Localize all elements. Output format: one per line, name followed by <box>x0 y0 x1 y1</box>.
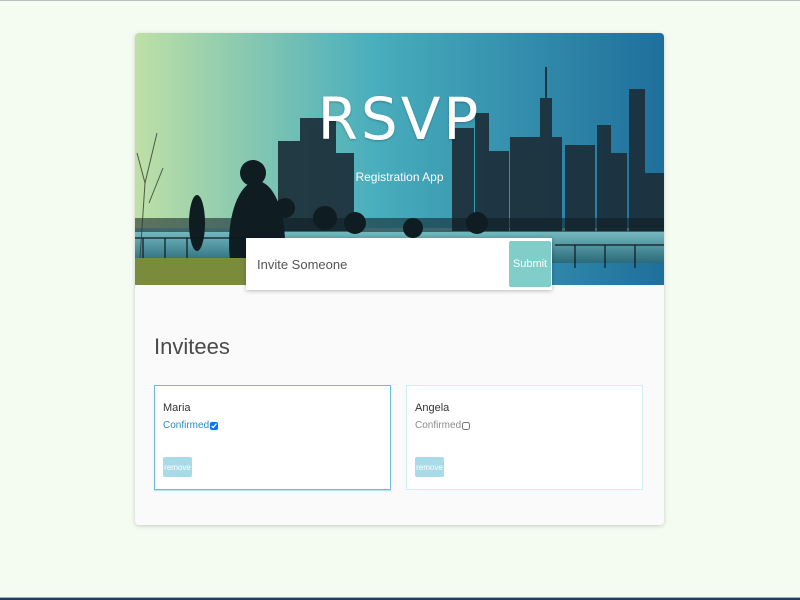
invitee-card-angela[interactable]: Angela Confirmed remove <box>406 385 643 490</box>
confirmed-checkbox[interactable] <box>210 421 219 430</box>
confirmed-label: Confirmed <box>415 420 462 431</box>
remove-button[interactable]: remove <box>163 457 192 477</box>
invite-form: Submit <box>246 238 552 290</box>
confirmed-label: Confirmed <box>163 420 210 431</box>
confirm-checkbox-label[interactable]: Confirmed <box>415 420 471 431</box>
submit-button[interactable]: Submit <box>509 241 551 287</box>
app-subtitle: Registration App <box>355 170 444 184</box>
section-title-invitees: Invitees <box>154 334 230 359</box>
confirm-checkbox-label[interactable]: Confirmed <box>163 420 219 431</box>
window-top-border <box>0 0 800 1</box>
invite-input[interactable] <box>246 238 498 290</box>
confirmed-checkbox[interactable] <box>462 421 471 430</box>
invitee-name: Angela <box>415 402 450 414</box>
invitee-name: Maria <box>163 402 191 414</box>
app-title: RSVP <box>317 85 482 153</box>
app-card: RSVP Registration App Submit Invitees Ma… <box>135 33 664 525</box>
remove-button[interactable]: remove <box>415 457 444 477</box>
invitee-card-maria[interactable]: Maria Confirmed remove <box>154 385 391 490</box>
